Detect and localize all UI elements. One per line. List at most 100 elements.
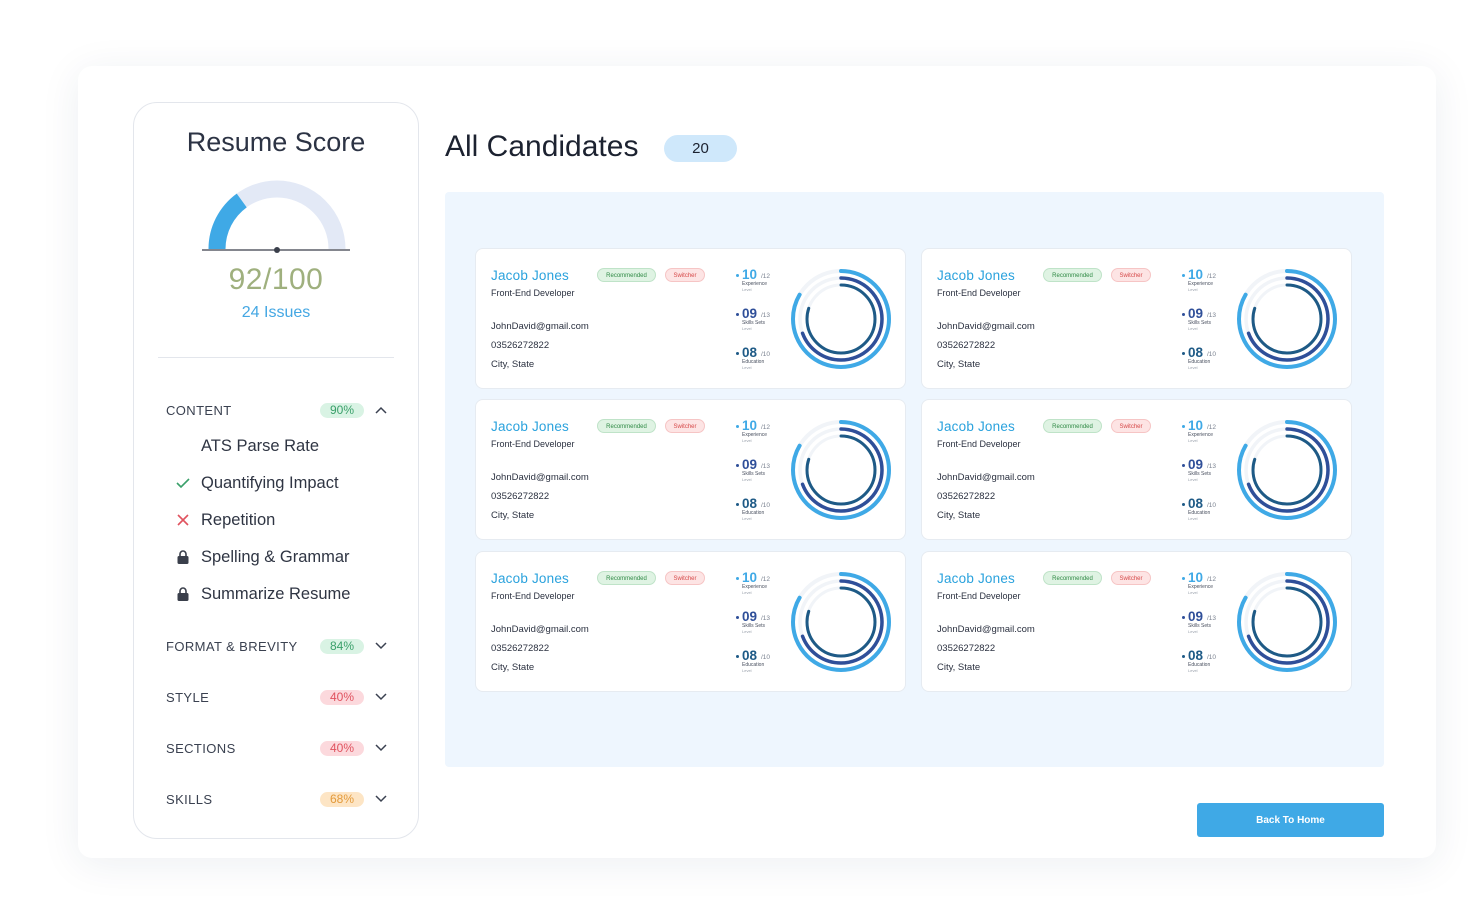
stat-value: 09	[1188, 306, 1204, 321]
candidate-name[interactable]: Jacob Jones	[491, 419, 569, 434]
stat-value: 08	[742, 345, 758, 360]
candidate-card-5[interactable]: Jacob Jones Recommended Switcher Front-E…	[475, 551, 906, 692]
back-to-home-button[interactable]: Back To Home	[1197, 803, 1384, 837]
candidate-card-2[interactable]: Jacob Jones Recommended Switcher Front-E…	[921, 248, 1352, 389]
candidate-role: Front-End Developer	[491, 439, 575, 449]
category-label: SECTIONS	[166, 740, 236, 756]
chevron-down-icon[interactable]	[374, 741, 388, 755]
stat-sublabel: Level	[1188, 668, 1198, 673]
stat-max: /12	[1207, 576, 1217, 583]
candidate-card-6[interactable]: Jacob Jones Recommended Switcher Front-E…	[921, 551, 1352, 692]
candidate-role: Front-End Developer	[937, 288, 1021, 298]
subitem-spelling-grammar[interactable]: Spelling & Grammar	[174, 545, 394, 569]
subitem-summarize-resume[interactable]: Summarize Resume	[174, 582, 394, 606]
stat-max: /10	[1207, 351, 1217, 358]
lock-icon	[174, 585, 192, 603]
candidate-location: City, State	[491, 662, 535, 673]
stat-experience: 10 /12 Experience Level	[1182, 570, 1232, 598]
subitem-label: Repetition	[201, 510, 276, 529]
switcher-tag: Switcher	[665, 268, 705, 282]
category-content[interactable]: CONTENT 90%	[166, 400, 388, 420]
recommended-tag: Recommended	[1043, 268, 1102, 282]
stat-sublabel: Level	[1188, 438, 1198, 443]
stat-sublabel: Level	[1188, 365, 1198, 370]
stat-max: /13	[761, 615, 771, 622]
chevron-down-icon[interactable]	[374, 639, 388, 653]
score-rings-chart	[791, 572, 891, 672]
subitem-ats-parse-rate[interactable]: ATS Parse Rate	[174, 434, 394, 458]
stat-dot	[736, 274, 739, 277]
stat-skills: 09 /13 Skills Sets Level	[1182, 609, 1232, 637]
issues-count: 24 Issues	[241, 304, 311, 321]
candidate-phone: 03526272822	[937, 491, 996, 502]
stat-max: /13	[1207, 615, 1217, 622]
candidate-name[interactable]: Jacob Jones	[491, 268, 569, 283]
score-rings-chart	[791, 269, 891, 369]
candidate-phone: 03526272822	[491, 340, 550, 351]
recommended-tag: Recommended	[597, 419, 656, 433]
chevron-up-icon[interactable]	[374, 403, 388, 417]
switcher-tag: Switcher	[1111, 268, 1151, 282]
stat-experience: 10 /12 Experience Level	[736, 418, 786, 446]
candidate-location: City, State	[491, 510, 535, 521]
candidate-phone: 03526272822	[937, 340, 996, 351]
category-percent-badge: 90%	[320, 402, 364, 418]
category-percent-badge: 40%	[320, 689, 364, 705]
blank-icon	[174, 437, 192, 455]
switcher-tag: Switcher	[665, 571, 705, 585]
stat-value: 10	[742, 418, 758, 433]
stat-dot	[1182, 274, 1185, 277]
score-gauge-fill	[208, 193, 248, 250]
category-percent-badge: 68%	[320, 791, 364, 807]
candidate-name[interactable]: Jacob Jones	[937, 571, 1015, 586]
switcher-tag: Switcher	[1111, 571, 1151, 585]
candidate-name[interactable]: Jacob Jones	[937, 419, 1015, 434]
recommended-tag: Recommended	[1043, 419, 1102, 433]
stat-max: /10	[761, 502, 771, 509]
chevron-down-icon[interactable]	[374, 690, 388, 704]
switcher-tag: Switcher	[665, 419, 705, 433]
category-label: STYLE	[166, 689, 210, 705]
candidate-card-1[interactable]: Jacob Jones Recommended Switcher Front-E…	[475, 248, 906, 389]
candidate-location: City, State	[937, 359, 981, 370]
stat-dot	[1182, 655, 1185, 658]
category-skills[interactable]: SKILLS 68%	[166, 789, 388, 809]
stat-value: 10	[742, 570, 758, 585]
candidate-email: JohnDavid@gmail.com	[937, 472, 1035, 483]
candidate-card-3[interactable]: Jacob Jones Recommended Switcher Front-E…	[475, 399, 906, 540]
category-format-brevity[interactable]: FORMAT & BREVITY 84%	[166, 636, 388, 656]
stat-dot	[736, 616, 739, 619]
candidate-card-4[interactable]: Jacob Jones Recommended Switcher Front-E…	[921, 399, 1352, 540]
panel-divider	[158, 357, 394, 358]
recommended-tag: Recommended	[597, 571, 656, 585]
stat-sublabel: Level	[742, 326, 752, 331]
stat-skills: 09 /13 Skills Sets Level	[736, 609, 786, 637]
score-rings-chart	[1237, 572, 1337, 672]
category-percent-badge: 40%	[320, 740, 364, 756]
candidate-name[interactable]: Jacob Jones	[937, 268, 1015, 283]
stat-sublabel: Level	[1188, 629, 1198, 634]
score-rings-chart	[1237, 269, 1337, 369]
candidate-name[interactable]: Jacob Jones	[491, 571, 569, 586]
stat-sublabel: Level	[742, 668, 752, 673]
stat-max: /12	[1207, 273, 1217, 280]
cross-icon	[174, 511, 192, 529]
stat-sublabel: Level	[1188, 287, 1198, 292]
stat-max: /13	[761, 312, 771, 319]
category-sections[interactable]: SECTIONS 40%	[166, 738, 388, 758]
candidate-email: JohnDavid@gmail.com	[937, 624, 1035, 635]
subitem-repetition[interactable]: Repetition	[174, 508, 394, 532]
recommended-tag: Recommended	[597, 268, 656, 282]
stat-skills: 09 /13 Skills Sets Level	[736, 306, 786, 334]
category-style[interactable]: STYLE 40%	[166, 687, 388, 707]
chevron-down-icon[interactable]	[374, 792, 388, 806]
stat-education: 08 /10 Education Level	[1182, 648, 1232, 676]
stat-education: 08 /10 Education Level	[1182, 345, 1232, 373]
score-rings-chart	[1237, 420, 1337, 520]
recommended-tag: Recommended	[1043, 571, 1102, 585]
score-rings-chart	[791, 420, 891, 520]
subitem-quantifying-impact[interactable]: Quantifying Impact	[174, 471, 394, 495]
stat-value: 09	[742, 609, 758, 624]
stat-education: 08 /10 Education Level	[736, 496, 786, 524]
stat-max: /12	[761, 576, 771, 583]
